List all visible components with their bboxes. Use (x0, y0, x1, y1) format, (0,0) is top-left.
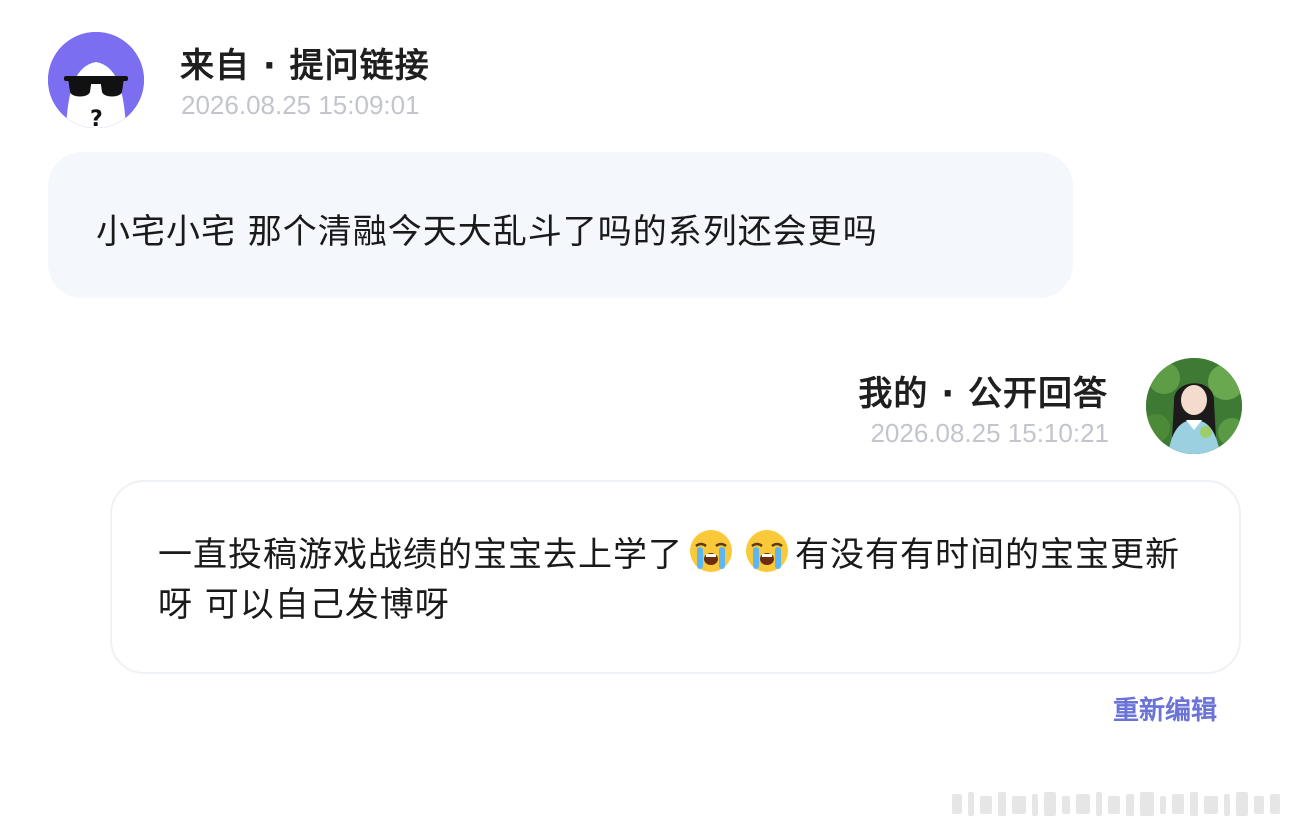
loudly-crying-face-icon (690, 530, 732, 572)
answer-text: 一直投稿游戏战绩的宝宝去上学了 有没有有时间的宝宝更新呀 可以自己发博呀 (158, 528, 1208, 630)
watermark-logo (952, 792, 1280, 816)
answerer-avatar[interactable] (1146, 358, 1242, 454)
qa-page: ? 来自 · 提问链接 2026.08.25 15:09:01 小宅小宅 那个清… (0, 0, 1290, 836)
question-text: 小宅小宅 那个清融今天大乱斗了吗的系列还会更吗 (96, 212, 878, 252)
svg-text:?: ? (90, 107, 103, 128)
question-timestamp: 2026.08.25 15:09:01 (181, 90, 420, 120)
re-edit-button[interactable]: 重新编辑 (1113, 690, 1217, 727)
question-bubble: 小宅小宅 那个清融今天大乱斗了吗的系列还会更吗 (48, 152, 1073, 298)
answer-timestamp: 2026.08.25 15:10:21 (870, 418, 1109, 448)
user-photo-icon (1146, 358, 1242, 454)
question-header: 来自 · 提问链接 (180, 46, 430, 86)
answer-text-part1: 一直投稿游戏战绩的宝宝去上学了 (158, 535, 683, 575)
loudly-crying-face-icon (746, 530, 788, 572)
answer-bubble: 一直投稿游戏战绩的宝宝去上学了 有没有有时间的宝宝更新呀 可以自己发博呀 (110, 480, 1241, 674)
sunglasses-ghost-icon: ? (48, 32, 144, 128)
answer-header: 我的 · 公开回答 (858, 374, 1108, 414)
asker-avatar[interactable]: ? (48, 32, 144, 128)
